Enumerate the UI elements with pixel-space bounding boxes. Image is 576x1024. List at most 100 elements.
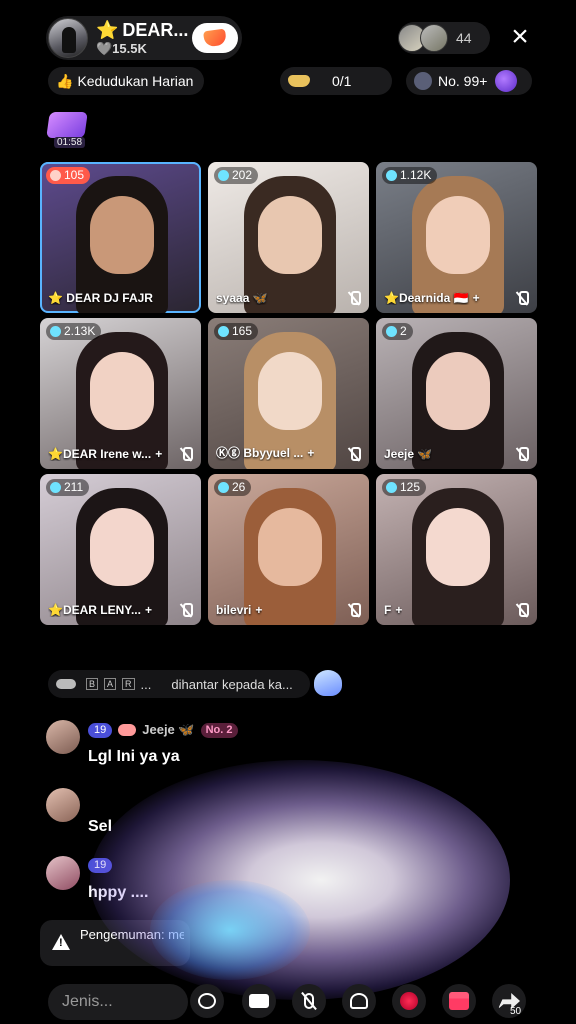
mic-muted-icon	[347, 447, 361, 461]
chat-avatar[interactable]	[46, 720, 80, 754]
mic-muted-icon	[179, 603, 193, 617]
mic-muted-icon	[347, 291, 361, 305]
guest-video-face	[258, 352, 322, 430]
share-count: 50	[510, 1006, 522, 1017]
chat-header: 19	[88, 858, 113, 873]
daily-ranking-button[interactable]: 👍 Kedudukan Harian	[48, 67, 204, 95]
guest-tile[interactable]: 165 Ⓚⓖ Bbyyuel ... +	[208, 318, 369, 469]
rose-gift-button[interactable]	[392, 984, 426, 1018]
guest-score-badge: 125	[382, 479, 427, 496]
guest-tile[interactable]: 26 bilevri +	[208, 474, 369, 625]
guest-score-badge: 165	[214, 323, 259, 340]
guest-tile[interactable]: 202 syaaa 🦋	[208, 162, 369, 313]
gift-button[interactable]	[442, 984, 476, 1018]
mic-off-icon	[304, 993, 314, 1009]
host-avatar[interactable]	[48, 18, 88, 58]
mic-muted-icon	[515, 603, 529, 617]
level-badge: 19	[88, 858, 113, 873]
chat-avatar[interactable]	[46, 788, 80, 822]
smile-icon	[198, 993, 216, 1009]
guest-score-badge: 26	[214, 479, 252, 496]
goal-icon	[288, 75, 310, 87]
guest-score-badge: 2	[382, 323, 413, 340]
chat-text: hppy ....	[88, 884, 149, 901]
guest-video-face	[426, 352, 490, 430]
rank-position[interactable]: No. 99+	[406, 67, 532, 95]
guest-video-face	[258, 508, 322, 586]
guest-tile[interactable]: 125 F +	[376, 474, 537, 625]
guest-name[interactable]: ⭐ DEAR DJ FAJR	[48, 291, 153, 305]
chat-avatar[interactable]	[46, 856, 80, 890]
follow-button[interactable]	[192, 23, 238, 53]
viewer-count: 44	[456, 30, 472, 46]
swan-icon	[314, 670, 342, 696]
notice-dots: ...	[140, 676, 152, 692]
guest-name[interactable]: Ⓚⓖ Bbyyuel ... +	[216, 444, 314, 461]
follow-plus-icon[interactable]: +	[395, 603, 402, 617]
emoji-button[interactable]	[190, 984, 224, 1018]
guest-tile[interactable]: 1.12K ⭐Dearnida 🇮🇩 +	[376, 162, 537, 313]
close-icon[interactable]: ×	[506, 22, 534, 52]
guest-video-face	[90, 352, 154, 430]
guest-tile[interactable]: 105 ⭐ DEAR DJ FAJR	[40, 162, 201, 313]
daily-ranking-label: Kedudukan Harian	[77, 73, 194, 89]
guest-tile[interactable]: 2 Jeeje 🦋	[376, 318, 537, 469]
guest-name[interactable]: ⭐DEAR LENY... +	[48, 603, 152, 617]
follow-plus-icon[interactable]: +	[145, 603, 152, 617]
guest-name[interactable]: ⭐DEAR Irene w... +	[48, 447, 162, 461]
follow-plus-icon[interactable]: +	[307, 446, 314, 460]
guest-score-badge: 211	[46, 479, 90, 496]
chat-header: 19 Jeeje 🦋 No. 2	[88, 722, 238, 738]
chat-nickname[interactable]: Jeeje 🦋	[142, 722, 194, 738]
chat-text: Lgl Ini ya ya	[88, 748, 180, 765]
guest-tile[interactable]: 211 ⭐DEAR LENY... +	[40, 474, 201, 625]
goal-progress[interactable]: 0/1	[280, 67, 392, 95]
guests-button[interactable]	[342, 984, 376, 1018]
follow-plus-icon[interactable]: +	[255, 603, 262, 617]
event-icon	[46, 112, 88, 138]
guest-name[interactable]: bilevri +	[216, 603, 262, 617]
rank-position-text: No. 99+	[438, 73, 488, 89]
host-info-bar[interactable]: ⭐ DEAR... 🩶15.5K	[46, 16, 242, 60]
system-notice[interactable]: Pengemuman: memerhati...	[40, 920, 190, 966]
guest-name[interactable]: ⭐Dearnida 🇮🇩 +	[384, 291, 480, 305]
follow-plus-icon[interactable]: +	[155, 447, 162, 461]
notice-text: dihantar kepada ka...	[171, 676, 293, 692]
mic-muted-icon	[179, 447, 193, 461]
car-icon	[56, 679, 76, 689]
notice-key: B	[86, 678, 99, 690]
viewer-avatar[interactable]	[420, 24, 448, 52]
mic-muted-icon	[347, 603, 361, 617]
rank-chip: No. 2	[200, 722, 238, 738]
gift-icon	[449, 992, 469, 1010]
camera-icon	[249, 994, 269, 1008]
guest-name[interactable]: syaaa 🦋	[216, 291, 268, 305]
guest-score-badge: 1.12K	[382, 167, 438, 184]
comment-input[interactable]: Jenis...	[48, 984, 188, 1020]
guest-score-badge: 202	[214, 167, 259, 184]
gift-notice: B A R ... dihantar kepada ka...	[48, 670, 310, 698]
guest-video-face	[90, 196, 154, 274]
guest-score-badge: 105	[46, 167, 91, 184]
guest-name[interactable]: Jeeje 🦋	[384, 447, 432, 461]
guest-tile[interactable]: 2.13K ⭐DEAR Irene w... +	[40, 318, 201, 469]
event-timer[interactable]: 01:58	[46, 112, 88, 150]
guest-video-face	[258, 196, 322, 274]
mic-muted-icon	[515, 447, 529, 461]
mic-muted-icon	[515, 291, 529, 305]
viewer-list[interactable]: 44	[398, 22, 490, 54]
thumbs-up-icon: 👍	[56, 72, 74, 89]
mic-button[interactable]	[292, 984, 326, 1018]
warning-icon	[52, 934, 70, 950]
host-name-text: DEAR...	[122, 20, 189, 40]
guest-name[interactable]: F +	[384, 603, 402, 617]
rose-icon	[400, 992, 418, 1010]
goal-progress-text: 0/1	[332, 73, 352, 89]
system-notice-text: Pengemuman: memerhati...	[80, 927, 184, 942]
notice-key: A	[104, 678, 117, 690]
camera-button[interactable]	[242, 984, 276, 1018]
host-likes: 🩶15.5K	[96, 41, 147, 56]
guest-video-face	[426, 508, 490, 586]
follow-plus-icon[interactable]: +	[473, 291, 480, 305]
notice-key: R	[122, 678, 135, 690]
